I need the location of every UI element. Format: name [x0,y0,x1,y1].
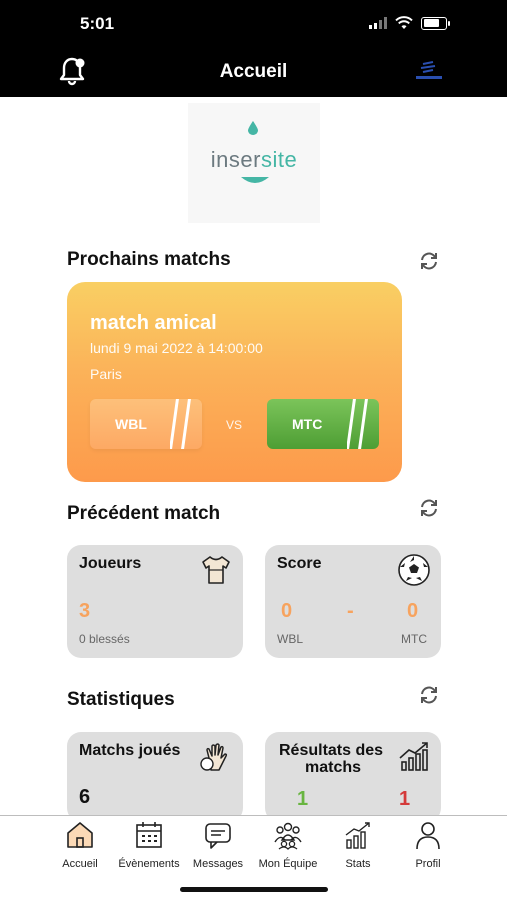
logo-text-part1: inser [210,147,261,172]
logo-text: insersite [188,147,320,173]
smile-icon [241,177,269,183]
match-date: lundi 9 mai 2022 à 14:00:00 [90,340,263,356]
match-place: Paris [90,366,122,382]
results-card[interactable]: Résultats des matchs 1 1 [265,732,441,822]
tab-messages[interactable]: Messages [181,820,255,870]
matches-played-label: Matchs joués [79,742,181,759]
players-count: 3 [79,600,91,622]
tab-evenements[interactable]: Évènements [112,820,186,870]
stripes-icon [170,399,191,449]
signal-icon [369,17,387,29]
tab-label: Mon Équipe [258,858,318,870]
versus-label: VS [226,418,243,432]
losses-count: 1 [399,788,411,810]
score-separator: - [347,600,354,622]
home-icon [67,822,93,848]
tab-accueil[interactable]: Accueil [43,820,117,870]
results-label: Résultats des matchs [279,742,383,776]
top-bar: 5:01 Accueil [0,0,507,97]
away-team-badge: MTC [267,399,379,449]
stats-icon [345,822,370,849]
home-indicator[interactable] [180,887,328,892]
tab-label: Accueil [62,858,98,870]
refresh-previous-icon[interactable] [418,497,440,519]
tab-label: Évènements [118,858,180,870]
logo-text-part2: site [260,147,298,172]
insersite-logo: insersite [188,103,320,223]
home-team-name: WBL [115,416,147,432]
away-team-name: MTC [292,416,323,432]
score-away-team: MTC [401,632,427,646]
match-name: match amical [90,312,217,334]
club-logo-icon[interactable] [413,60,445,82]
message-icon [205,823,231,849]
status-time: 5:01 [80,14,115,33]
wifi-icon [395,16,413,29]
results-label-line1: Résultats des [279,742,384,759]
home-team-badge: WBL [90,399,202,449]
results-label-line2: matchs [305,759,362,776]
tab-mon-equipe[interactable]: Mon Équipe [251,820,325,870]
matches-played-count: 6 [79,786,91,808]
next-match-card[interactable]: match amical lundi 9 mai 2022 à 14:00:00… [67,282,402,482]
tab-label: Stats [345,858,371,870]
home-score: 0 [281,600,293,622]
previous-match-title: Précédent match [67,503,221,524]
injured-count: 0 blessés [79,632,130,646]
calendar-icon [136,822,162,848]
tab-label: Messages [192,858,244,870]
tab-label: Profil [415,858,441,870]
wins-count: 1 [297,788,309,810]
team-icon [274,822,302,850]
refresh-stats-icon[interactable] [418,684,440,706]
growth-chart-icon [399,742,428,771]
score-home-team: WBL [277,632,304,646]
score-card[interactable]: Score 0 - 0 WBL MTC [265,545,441,658]
battery-icon [421,16,450,30]
drop-icon [248,121,258,135]
profile-icon [416,822,440,850]
matches-played-card[interactable]: Matchs joués 6 [67,732,243,822]
score-label: Score [277,555,322,572]
jersey-icon [202,556,230,584]
away-score: 0 [407,600,419,622]
soccer-ball-icon [398,554,430,586]
tab-stats[interactable]: Stats [321,820,395,870]
next-matches-title: Prochains matchs [67,249,231,270]
tab-profil[interactable]: Profil [391,820,465,870]
stripes-icon [347,399,368,449]
goalkeeper-glove-icon [200,743,228,771]
players-card[interactable]: Joueurs 3 0 blessés [67,545,243,658]
players-label: Joueurs [79,555,142,572]
status-icons [369,16,450,30]
refresh-next-icon[interactable] [418,250,440,272]
stats-title: Statistiques [67,689,175,710]
